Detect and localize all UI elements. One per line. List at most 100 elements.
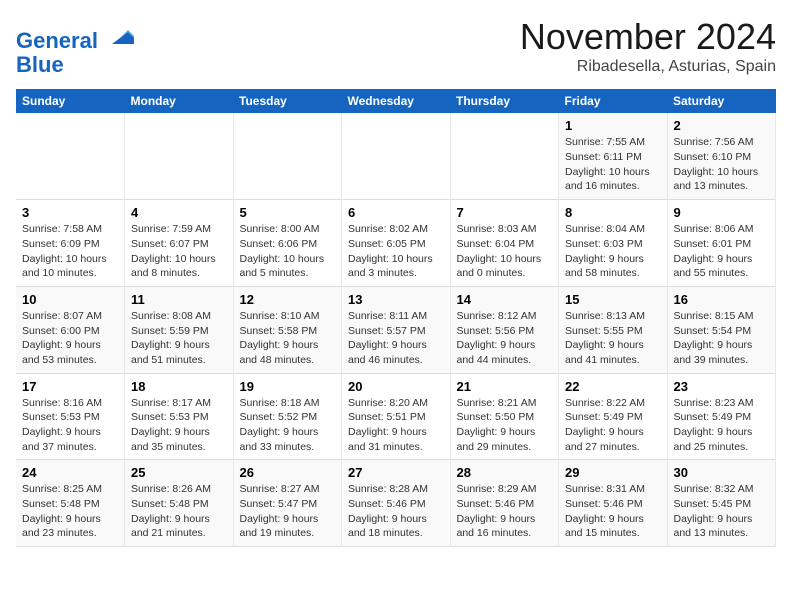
day-cell: 4 Sunrise: 7:59 AMSunset: 6:07 PMDaylight…: [125, 200, 234, 287]
day-cell: 2 Sunrise: 7:56 AMSunset: 6:10 PMDaylight…: [667, 113, 776, 199]
day-cell: 25 Sunrise: 8:26 AMSunset: 5:48 PMDayligh…: [125, 460, 234, 547]
day-number: 20: [348, 379, 444, 394]
day-cell: 14 Sunrise: 8:12 AMSunset: 5:56 PMDayligh…: [450, 286, 559, 373]
week-row-3: 10Sunrise: 8:07 AMSunset: 6:00 PMDayligh…: [16, 286, 776, 373]
day-number: 25: [131, 465, 227, 480]
week-row-5: 24 Sunrise: 8:25 AMSunset: 5:48 PMDayligh…: [16, 460, 776, 547]
logo-line2: Blue: [16, 53, 134, 77]
day-info: Sunrise: 7:56 AMSunset: 6:10 PMDaylight:…: [674, 135, 770, 194]
day-info: Sunrise: 8:32 AMSunset: 5:45 PMDaylight:…: [674, 482, 770, 541]
day-number: 10: [22, 292, 118, 307]
day-cell: 13 Sunrise: 8:11 AMSunset: 5:57 PMDayligh…: [342, 286, 451, 373]
location-title: Ribadesella, Asturias, Spain: [520, 58, 776, 76]
day-cell: 26 Sunrise: 8:27 AMSunset: 5:47 PMDayligh…: [233, 460, 342, 547]
day-info: Sunrise: 8:17 AMSunset: 5:53 PMDaylight:…: [131, 396, 227, 455]
day-number: 18: [131, 379, 227, 394]
day-number: 16: [674, 292, 770, 307]
day-cell: [450, 113, 559, 199]
day-cell: 11 Sunrise: 8:08 AMSunset: 5:59 PMDayligh…: [125, 286, 234, 373]
day-cell: 6 Sunrise: 8:02 AMSunset: 6:05 PMDaylight…: [342, 200, 451, 287]
weekday-header-thursday: Thursday: [450, 89, 559, 113]
logo-icon: [106, 20, 134, 48]
day-info: Sunrise: 8:22 AMSunset: 5:49 PMDaylight:…: [565, 396, 661, 455]
day-info: Sunrise: 8:02 AMSunset: 6:05 PMDaylight:…: [348, 222, 444, 281]
day-info: Sunrise: 8:13 AMSunset: 5:55 PMDaylight:…: [565, 309, 661, 368]
day-info: Sunrise: 8:29 AMSunset: 5:46 PMDaylight:…: [457, 482, 553, 541]
day-info: Sunrise: 8:00 AMSunset: 6:06 PMDaylight:…: [240, 222, 336, 281]
weekday-header-wednesday: Wednesday: [342, 89, 451, 113]
day-info: Sunrise: 7:58 AMSunset: 6:09 PMDaylight:…: [22, 222, 118, 281]
day-cell: [342, 113, 451, 199]
day-number: 15: [565, 292, 661, 307]
day-number: 5: [240, 205, 336, 220]
weekday-header-saturday: Saturday: [667, 89, 776, 113]
day-info: Sunrise: 8:10 AMSunset: 5:58 PMDaylight:…: [240, 309, 336, 368]
day-number: 3: [22, 205, 118, 220]
day-info: Sunrise: 8:11 AMSunset: 5:57 PMDaylight:…: [348, 309, 444, 368]
day-number: 24: [22, 465, 118, 480]
day-cell: [233, 113, 342, 199]
day-number: 11: [131, 292, 227, 307]
day-number: 23: [674, 379, 770, 394]
day-number: 30: [674, 465, 770, 480]
title-block: November 2024 Ribadesella, Asturias, Spa…: [520, 16, 776, 76]
day-number: 9: [674, 205, 770, 220]
day-number: 28: [457, 465, 553, 480]
day-info: Sunrise: 8:26 AMSunset: 5:48 PMDaylight:…: [131, 482, 227, 541]
day-number: 6: [348, 205, 444, 220]
day-cell: 18 Sunrise: 8:17 AMSunset: 5:53 PMDayligh…: [125, 373, 234, 460]
day-info: Sunrise: 7:55 AMSunset: 6:11 PMDaylight:…: [565, 135, 661, 194]
week-row-4: 17 Sunrise: 8:16 AMSunset: 5:53 PMDayligh…: [16, 373, 776, 460]
weekday-header-monday: Monday: [125, 89, 234, 113]
day-info: Sunrise: 8:18 AMSunset: 5:52 PMDaylight:…: [240, 396, 336, 455]
day-info: Sunrise: 8:23 AMSunset: 5:49 PMDaylight:…: [674, 396, 770, 455]
day-info: Sunrise: 8:08 AMSunset: 5:59 PMDaylight:…: [131, 309, 227, 368]
day-cell: 5 Sunrise: 8:00 AMSunset: 6:06 PMDaylight…: [233, 200, 342, 287]
logo-text: General: [16, 20, 134, 53]
day-cell: 22Sunrise: 8:22 AMSunset: 5:49 PMDayligh…: [559, 373, 668, 460]
day-info: Sunrise: 8:28 AMSunset: 5:46 PMDaylight:…: [348, 482, 444, 541]
day-info: Sunrise: 8:25 AMSunset: 5:48 PMDaylight:…: [22, 482, 118, 541]
day-number: 7: [457, 205, 553, 220]
day-number: 14: [457, 292, 553, 307]
logo-line1: General: [16, 28, 98, 53]
day-number: 4: [131, 205, 227, 220]
day-info: Sunrise: 7:59 AMSunset: 6:07 PMDaylight:…: [131, 222, 227, 281]
day-cell: 21Sunrise: 8:21 AMSunset: 5:50 PMDayligh…: [450, 373, 559, 460]
day-cell: 12 Sunrise: 8:10 AMSunset: 5:58 PMDayligh…: [233, 286, 342, 373]
day-info: Sunrise: 8:16 AMSunset: 5:53 PMDaylight:…: [22, 396, 118, 455]
month-title: November 2024: [520, 16, 776, 58]
day-cell: 19Sunrise: 8:18 AMSunset: 5:52 PMDayligh…: [233, 373, 342, 460]
day-cell: 8Sunrise: 8:04 AMSunset: 6:03 PMDaylight…: [559, 200, 668, 287]
day-number: 12: [240, 292, 336, 307]
day-cell: 15 Sunrise: 8:13 AMSunset: 5:55 PMDayligh…: [559, 286, 668, 373]
day-cell: 3 Sunrise: 7:58 AMSunset: 6:09 PMDaylight…: [16, 200, 125, 287]
weekday-header-row: SundayMondayTuesdayWednesdayThursdayFrid…: [16, 89, 776, 113]
day-number: 2: [674, 118, 770, 133]
day-cell: 24 Sunrise: 8:25 AMSunset: 5:48 PMDayligh…: [16, 460, 125, 547]
day-number: 26: [240, 465, 336, 480]
day-info: Sunrise: 8:31 AMSunset: 5:46 PMDaylight:…: [565, 482, 661, 541]
weekday-header-sunday: Sunday: [16, 89, 125, 113]
day-info: Sunrise: 8:12 AMSunset: 5:56 PMDaylight:…: [457, 309, 553, 368]
day-number: 17: [22, 379, 118, 394]
day-number: 27: [348, 465, 444, 480]
day-cell: 7 Sunrise: 8:03 AMSunset: 6:04 PMDaylight…: [450, 200, 559, 287]
day-number: 1: [565, 118, 661, 133]
day-cell: 29 Sunrise: 8:31 AMSunset: 5:46 PMDayligh…: [559, 460, 668, 547]
day-number: 13: [348, 292, 444, 307]
day-number: 21: [457, 379, 553, 394]
day-number: 29: [565, 465, 661, 480]
day-info: Sunrise: 8:20 AMSunset: 5:51 PMDaylight:…: [348, 396, 444, 455]
day-cell: 9Sunrise: 8:06 AMSunset: 6:01 PMDaylight…: [667, 200, 776, 287]
day-cell: 28 Sunrise: 8:29 AMSunset: 5:46 PMDayligh…: [450, 460, 559, 547]
day-cell: 17 Sunrise: 8:16 AMSunset: 5:53 PMDayligh…: [16, 373, 125, 460]
calendar-table: SundayMondayTuesdayWednesdayThursdayFrid…: [16, 89, 776, 547]
day-cell: 23 Sunrise: 8:23 AMSunset: 5:49 PMDayligh…: [667, 373, 776, 460]
page-header: General Blue November 2024 Ribadesella, …: [16, 16, 776, 77]
day-cell: 27 Sunrise: 8:28 AMSunset: 5:46 PMDayligh…: [342, 460, 451, 547]
day-cell: [125, 113, 234, 199]
day-info: Sunrise: 8:03 AMSunset: 6:04 PMDaylight:…: [457, 222, 553, 281]
logo: General Blue: [16, 20, 134, 77]
day-info: Sunrise: 8:27 AMSunset: 5:47 PMDaylight:…: [240, 482, 336, 541]
